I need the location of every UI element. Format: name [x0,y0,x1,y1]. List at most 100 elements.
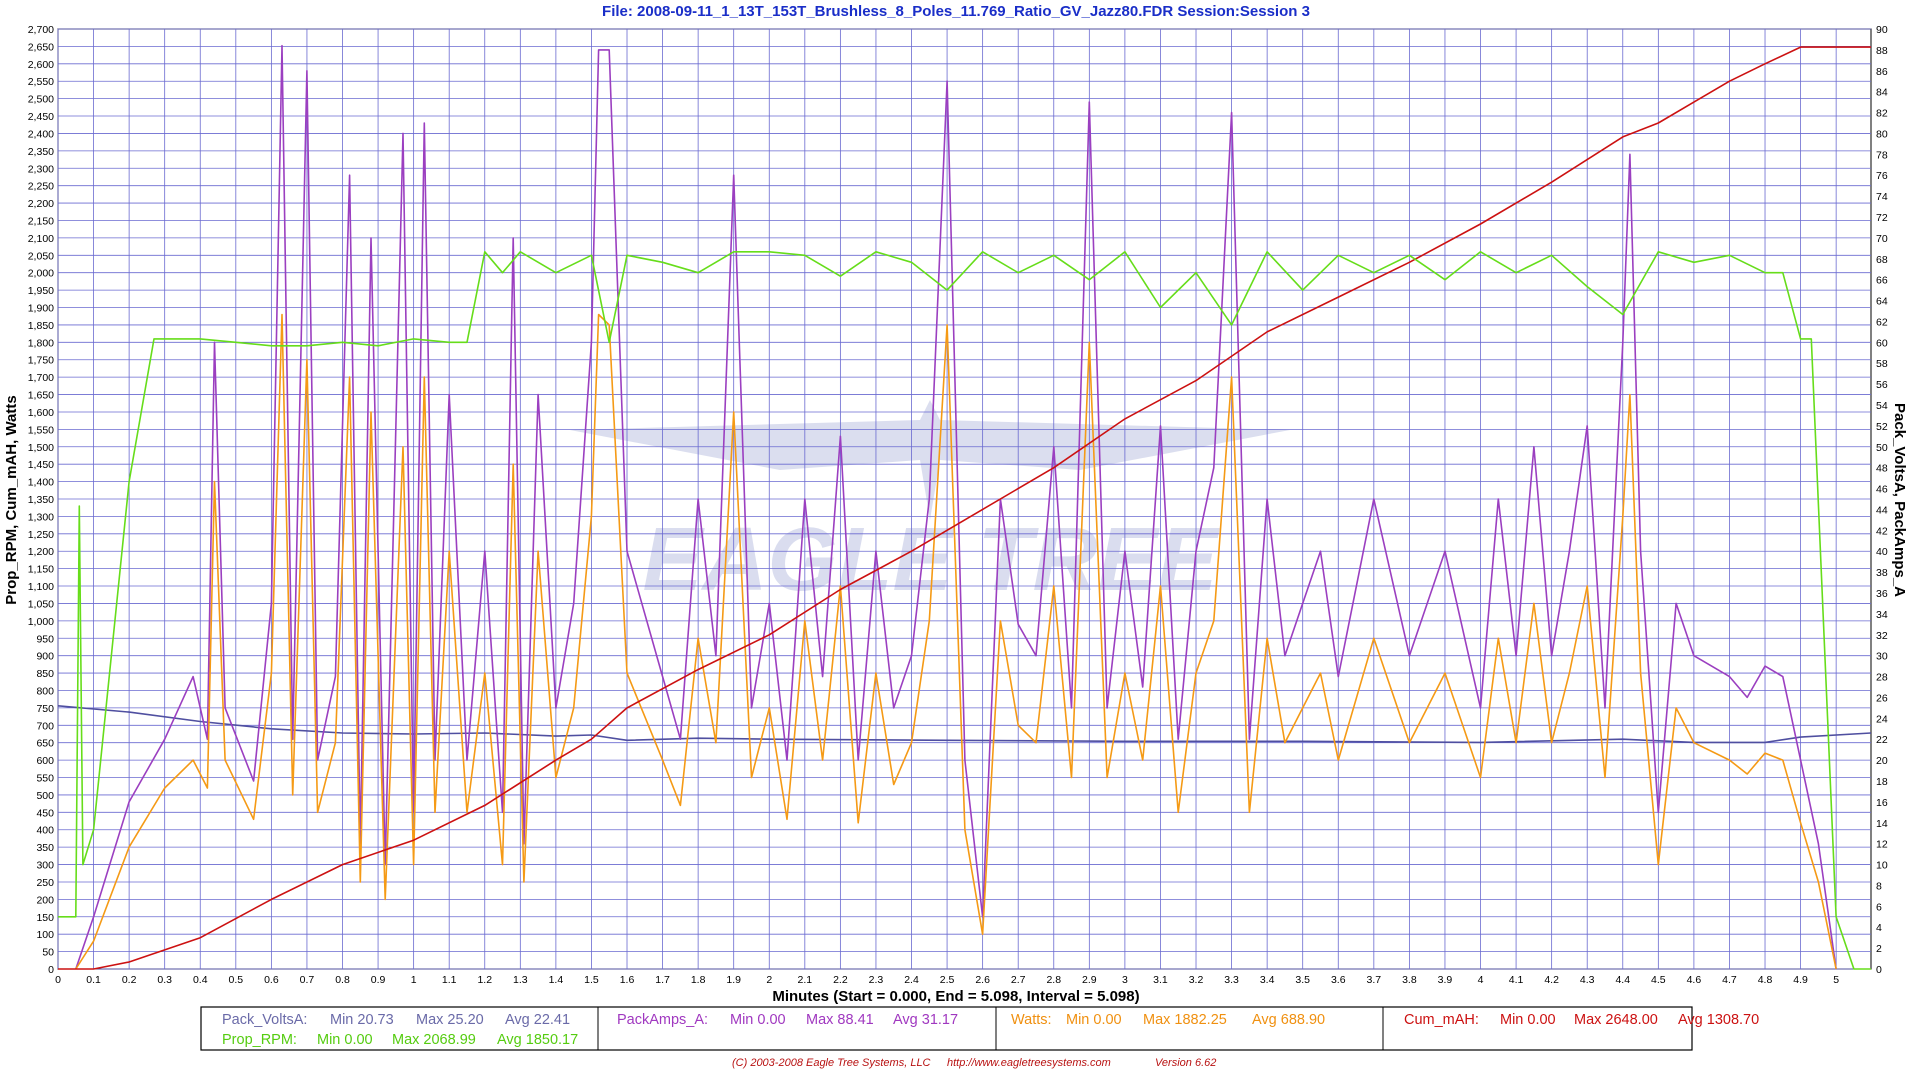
y-right-tick-label: 26 [1876,692,1888,704]
legend-min: Min 0.00 [1500,1012,1556,1028]
x-tick-label: 4.4 [1615,974,1630,986]
y-left-tick-label: 400 [36,825,54,837]
legend-label: PackAmps_A: [617,1012,708,1028]
y-right-tick-label: 46 [1876,484,1888,496]
y-right-tick-label: 14 [1876,818,1888,830]
x-tick-label: 1.7 [655,974,670,986]
y-right-tick-label: 20 [1876,755,1888,767]
y-left-tick-label: 1,000 [28,616,54,628]
legend-max: Max 1882.25 [1143,1012,1227,1028]
x-tick-label: 2.1 [798,974,813,986]
y-left-tick-label: 1,150 [28,564,54,576]
chart-title: File: 2008-09-11_1_13T_153T_Brushless_8_… [602,3,1310,20]
footer-copyright: (C) 2003-2008 Eagle Tree Systems, LLC [732,1057,931,1069]
x-tick-label: 0.1 [86,974,101,986]
y-left-tick-label: 0 [48,964,54,976]
y-right-tick-label: 66 [1876,275,1888,287]
y-left-tick-label: 1,500 [28,442,54,454]
y-right-tick-label: 62 [1876,316,1888,328]
x-axis-title: Minutes (Start = 0.000, End = 5.098, Int… [772,988,1139,1005]
y-right-tick-label: 78 [1876,149,1888,161]
chart-svg: File: 2008-09-11_1_13T_153T_Brushless_8_… [3,3,1908,1069]
x-tick-label: 2.9 [1082,974,1097,986]
y-right-tick-label: 30 [1876,651,1888,663]
y-left-tick-label: 200 [36,894,54,906]
y-right-tick-label: 72 [1876,212,1888,224]
y-right-tick-label: 56 [1876,379,1888,391]
y-right-tick-label: 44 [1876,504,1888,516]
y-left-tick-label: 900 [36,651,54,663]
y-right-tick-label: 28 [1876,672,1888,684]
x-tick-label: 0.5 [229,974,244,986]
x-tick-label: 2.8 [1046,974,1061,986]
x-tick-label: 0.6 [264,974,279,986]
y-right-tick-label: 70 [1876,233,1888,245]
y-right-tick-label: 22 [1876,734,1888,746]
y-left-tick-label: 1,100 [28,581,54,593]
legend-avg: Avg 31.17 [893,1012,958,1028]
legend-min: Min 0.00 [1066,1012,1122,1028]
x-tick-label: 0.7 [300,974,315,986]
y-left-tick-label: 1,300 [28,511,54,523]
legend-avg: Avg 688.90 [1252,1012,1325,1028]
y-left-tick-label: 2,150 [28,215,54,227]
y-left-tick-label: 1,800 [28,337,54,349]
x-tick-label: 3.7 [1367,974,1382,986]
y-left-tick-label: 2,650 [28,41,54,53]
y-right-tick-label: 38 [1876,567,1888,579]
legend-min: Min 0.00 [730,1012,786,1028]
y-left-tick-label: 100 [36,929,54,941]
y-left-tick-label: 550 [36,773,54,785]
y-right-tick-label: 84 [1876,87,1888,99]
y-left-tick-label: 300 [36,860,54,872]
x-tick-label: 3.3 [1224,974,1239,986]
x-tick-label: 4.9 [1793,974,1808,986]
x-tick-label: 4.1 [1509,974,1524,986]
legend-label: Pack_VoltsA: [222,1012,307,1028]
y-left-tick-label: 150 [36,912,54,924]
y-left-tick-label: 500 [36,790,54,802]
y-left-tick-label: 2,350 [28,146,54,158]
legend-label: Prop_RPM: [222,1032,297,1048]
y-right-tick-label: 52 [1876,421,1888,433]
y-left-tick-label: 2,550 [28,76,54,88]
y-left-tick-label: 1,050 [28,598,54,610]
legend-cum-mah: Cum_mAH: Min 0.00 Max 2648.00 Avg 1308.7… [1404,1012,1759,1028]
y-right-tick-label: 2 [1876,943,1882,955]
y-left-tick-label: 2,600 [28,59,54,71]
stats-legend: Pack_VoltsA: Min 20.73 Max 25.20 Avg 22.… [200,1006,1759,1051]
y-right-tick-label: 32 [1876,630,1888,642]
y-left-tick-label: 1,850 [28,320,54,332]
x-tick-label: 3.4 [1260,974,1275,986]
y-left-tick-label: 1,400 [28,477,54,489]
x-tick-label: 1.6 [620,974,635,986]
y-right-tick-label: 6 [1876,901,1882,913]
y-left-tick-label: 2,000 [28,268,54,280]
y-left-tick-label: 800 [36,685,54,697]
y-right-tick-label: 86 [1876,66,1888,78]
x-tick-label: 0.8 [335,974,350,986]
x-tick-label: 3.5 [1295,974,1310,986]
y-left-tick-label: 2,250 [28,181,54,193]
y-left-tick-label: 1,650 [28,390,54,402]
x-tick-label: 3.9 [1438,974,1453,986]
y-right-tick-label: 40 [1876,546,1888,558]
y-right-tick-label: 74 [1876,191,1888,203]
x-tick-label: 4 [1478,974,1484,986]
x-tick-label: 1 [411,974,417,986]
y-right-tick-label: 68 [1876,254,1888,266]
y-right-tick-label: 82 [1876,108,1888,120]
x-tick-label: 1.2 [477,974,492,986]
y-right-tick-label: 10 [1876,860,1888,872]
y-left-tick-label: 750 [36,703,54,715]
y-right-tick-label: 48 [1876,463,1888,475]
y-left-tick-label: 700 [36,720,54,732]
y-left-tick-label: 1,950 [28,285,54,297]
x-tick-label: 2 [766,974,772,986]
x-tick-label: 1.1 [442,974,457,986]
x-tick-label: 3 [1122,974,1128,986]
y-left-tick-label: 1,200 [28,546,54,558]
y-right-tick-label: 8 [1876,880,1882,892]
x-tick-label: 3.2 [1189,974,1204,986]
x-tick-label: 0.4 [193,974,208,986]
